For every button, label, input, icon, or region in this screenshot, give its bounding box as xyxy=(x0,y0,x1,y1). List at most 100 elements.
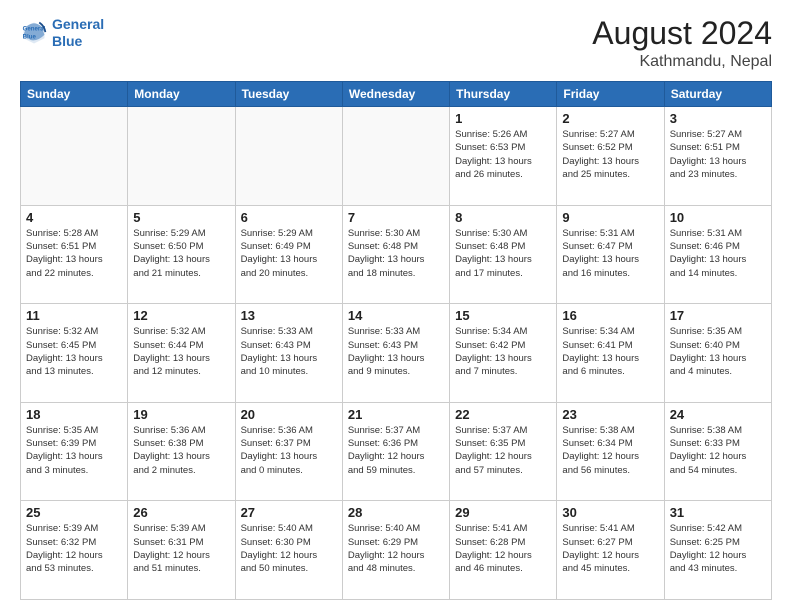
day-info: Sunrise: 5:33 AMSunset: 6:43 PMDaylight:… xyxy=(348,325,444,378)
title-block: August 2024 Kathmandu, Nepal xyxy=(592,16,772,71)
col-header-sunday: Sunday xyxy=(21,82,128,107)
day-info: Sunrise: 5:36 AMSunset: 6:37 PMDaylight:… xyxy=(241,424,337,477)
day-number: 27 xyxy=(241,505,337,520)
day-number: 8 xyxy=(455,210,551,225)
day-info: Sunrise: 5:28 AMSunset: 6:51 PMDaylight:… xyxy=(26,227,122,280)
day-number: 13 xyxy=(241,308,337,323)
day-number: 30 xyxy=(562,505,658,520)
calendar-cell: 12 Sunrise: 5:32 AMSunset: 6:44 PMDayligh… xyxy=(128,304,235,403)
calendar-cell: 22 Sunrise: 5:37 AMSunset: 6:35 PMDayligh… xyxy=(450,402,557,501)
day-info: Sunrise: 5:26 AMSunset: 6:53 PMDaylight:… xyxy=(455,128,551,181)
calendar-cell: 23Sunrise: 5:38 AMSunset: 6:34 PMDayligh… xyxy=(557,402,664,501)
calendar-cell: 29Sunrise: 5:41 AMSunset: 6:28 PMDayligh… xyxy=(450,501,557,600)
calendar-cell: 6Sunrise: 5:29 AMSunset: 6:49 PMDaylight… xyxy=(235,205,342,304)
day-number: 23 xyxy=(562,407,658,422)
day-info: Sunrise: 5:39 AMSunset: 6:32 PMDaylight:… xyxy=(26,522,122,575)
day-number: 7 xyxy=(348,210,444,225)
day-info: Sunrise: 5:41 AMSunset: 6:28 PMDaylight:… xyxy=(455,522,551,575)
day-info: Sunrise: 5:32 AMSunset: 6:45 PMDaylight:… xyxy=(26,325,122,378)
day-info: Sunrise: 5:27 AMSunset: 6:51 PMDaylight:… xyxy=(670,128,766,181)
calendar-cell: 13 Sunrise: 5:33 AMSunset: 6:43 PMDayligh… xyxy=(235,304,342,403)
col-header-saturday: Saturday xyxy=(664,82,771,107)
calendar-cell: 9Sunrise: 5:31 AMSunset: 6:47 PMDaylight… xyxy=(557,205,664,304)
calendar-cell: 30 Sunrise: 5:41 AMSunset: 6:27 PMDayligh… xyxy=(557,501,664,600)
calendar-cell xyxy=(128,107,235,206)
day-number: 10 xyxy=(670,210,766,225)
col-header-wednesday: Wednesday xyxy=(342,82,449,107)
calendar-cell: 26 Sunrise: 5:39 AMSunset: 6:31 PMDayligh… xyxy=(128,501,235,600)
day-number: 5 xyxy=(133,210,229,225)
subtitle: Kathmandu, Nepal xyxy=(592,53,772,71)
week-row-3: 18Sunrise: 5:35 AMSunset: 6:39 PMDayligh… xyxy=(21,402,772,501)
col-header-tuesday: Tuesday xyxy=(235,82,342,107)
logo: General Blue General Blue xyxy=(20,16,104,50)
day-number: 2 xyxy=(562,111,658,126)
day-info: Sunrise: 5:37 AMSunset: 6:35 PMDaylight:… xyxy=(455,424,551,477)
calendar-cell: 4Sunrise: 5:28 AMSunset: 6:51 PMDaylight… xyxy=(21,205,128,304)
week-row-4: 25 Sunrise: 5:39 AMSunset: 6:32 PMDayligh… xyxy=(21,501,772,600)
day-number: 1 xyxy=(455,111,551,126)
week-row-2: 11 Sunrise: 5:32 AMSunset: 6:45 PMDayligh… xyxy=(21,304,772,403)
page: General Blue General Blue August 2024 Ka… xyxy=(0,0,792,612)
day-number: 11 xyxy=(26,308,122,323)
logo-icon: General Blue xyxy=(20,19,48,47)
calendar-cell: 31 Sunrise: 5:42 AMSunset: 6:25 PMDayligh… xyxy=(664,501,771,600)
day-number: 31 xyxy=(670,505,766,520)
calendar-cell xyxy=(342,107,449,206)
day-number: 16 xyxy=(562,308,658,323)
day-number: 15 xyxy=(455,308,551,323)
calendar-cell: 3Sunrise: 5:27 AMSunset: 6:51 PMDaylight… xyxy=(664,107,771,206)
week-row-1: 4Sunrise: 5:28 AMSunset: 6:51 PMDaylight… xyxy=(21,205,772,304)
calendar-cell: 18Sunrise: 5:35 AMSunset: 6:39 PMDayligh… xyxy=(21,402,128,501)
logo-general: General xyxy=(52,16,104,33)
col-header-friday: Friday xyxy=(557,82,664,107)
day-info: Sunrise: 5:31 AMSunset: 6:46 PMDaylight:… xyxy=(670,227,766,280)
calendar-cell: 11 Sunrise: 5:32 AMSunset: 6:45 PMDayligh… xyxy=(21,304,128,403)
day-info: Sunrise: 5:35 AMSunset: 6:39 PMDaylight:… xyxy=(26,424,122,477)
day-number: 28 xyxy=(348,505,444,520)
day-info: Sunrise: 5:34 AMSunset: 6:41 PMDaylight:… xyxy=(562,325,658,378)
day-number: 26 xyxy=(133,505,229,520)
calendar-table: SundayMondayTuesdayWednesdayThursdayFrid… xyxy=(20,81,772,600)
day-number: 12 xyxy=(133,308,229,323)
day-info: Sunrise: 5:33 AMSunset: 6:43 PMDaylight:… xyxy=(241,325,337,378)
logo-blue: Blue xyxy=(52,33,104,50)
day-info: Sunrise: 5:42 AMSunset: 6:25 PMDaylight:… xyxy=(670,522,766,575)
day-info: Sunrise: 5:29 AMSunset: 6:50 PMDaylight:… xyxy=(133,227,229,280)
calendar-cell: 1 Sunrise: 5:26 AMSunset: 6:53 PMDaylight… xyxy=(450,107,557,206)
day-number: 17 xyxy=(670,308,766,323)
calendar-cell: 17Sunrise: 5:35 AMSunset: 6:40 PMDayligh… xyxy=(664,304,771,403)
calendar-cell: 25 Sunrise: 5:39 AMSunset: 6:32 PMDayligh… xyxy=(21,501,128,600)
day-info: Sunrise: 5:36 AMSunset: 6:38 PMDaylight:… xyxy=(133,424,229,477)
day-info: Sunrise: 5:37 AMSunset: 6:36 PMDaylight:… xyxy=(348,424,444,477)
calendar-cell: 28 Sunrise: 5:40 AMSunset: 6:29 PMDayligh… xyxy=(342,501,449,600)
col-header-monday: Monday xyxy=(128,82,235,107)
day-number: 25 xyxy=(26,505,122,520)
col-header-thursday: Thursday xyxy=(450,82,557,107)
day-number: 14 xyxy=(348,308,444,323)
day-number: 6 xyxy=(241,210,337,225)
day-info: Sunrise: 5:40 AMSunset: 6:29 PMDaylight:… xyxy=(348,522,444,575)
day-number: 19 xyxy=(133,407,229,422)
day-info: Sunrise: 5:27 AMSunset: 6:52 PMDaylight:… xyxy=(562,128,658,181)
main-title: August 2024 xyxy=(592,16,772,51)
calendar-cell: 14 Sunrise: 5:33 AMSunset: 6:43 PMDayligh… xyxy=(342,304,449,403)
day-info: Sunrise: 5:32 AMSunset: 6:44 PMDaylight:… xyxy=(133,325,229,378)
day-info: Sunrise: 5:30 AMSunset: 6:48 PMDaylight:… xyxy=(455,227,551,280)
calendar-cell: 10 Sunrise: 5:31 AMSunset: 6:46 PMDayligh… xyxy=(664,205,771,304)
calendar-cell xyxy=(21,107,128,206)
day-info: Sunrise: 5:41 AMSunset: 6:27 PMDaylight:… xyxy=(562,522,658,575)
calendar-cell: 7 Sunrise: 5:30 AMSunset: 6:48 PMDaylight… xyxy=(342,205,449,304)
day-number: 22 xyxy=(455,407,551,422)
day-info: Sunrise: 5:30 AMSunset: 6:48 PMDaylight:… xyxy=(348,227,444,280)
day-info: Sunrise: 5:40 AMSunset: 6:30 PMDaylight:… xyxy=(241,522,337,575)
week-row-0: 1 Sunrise: 5:26 AMSunset: 6:53 PMDaylight… xyxy=(21,107,772,206)
calendar-cell: 2 Sunrise: 5:27 AMSunset: 6:52 PMDaylight… xyxy=(557,107,664,206)
day-info: Sunrise: 5:39 AMSunset: 6:31 PMDaylight:… xyxy=(133,522,229,575)
svg-text:Blue: Blue xyxy=(23,33,37,40)
calendar-cell: 27 Sunrise: 5:40 AMSunset: 6:30 PMDayligh… xyxy=(235,501,342,600)
day-number: 9 xyxy=(562,210,658,225)
calendar-cell: 19 Sunrise: 5:36 AMSunset: 6:38 PMDayligh… xyxy=(128,402,235,501)
day-number: 21 xyxy=(348,407,444,422)
day-info: Sunrise: 5:34 AMSunset: 6:42 PMDaylight:… xyxy=(455,325,551,378)
